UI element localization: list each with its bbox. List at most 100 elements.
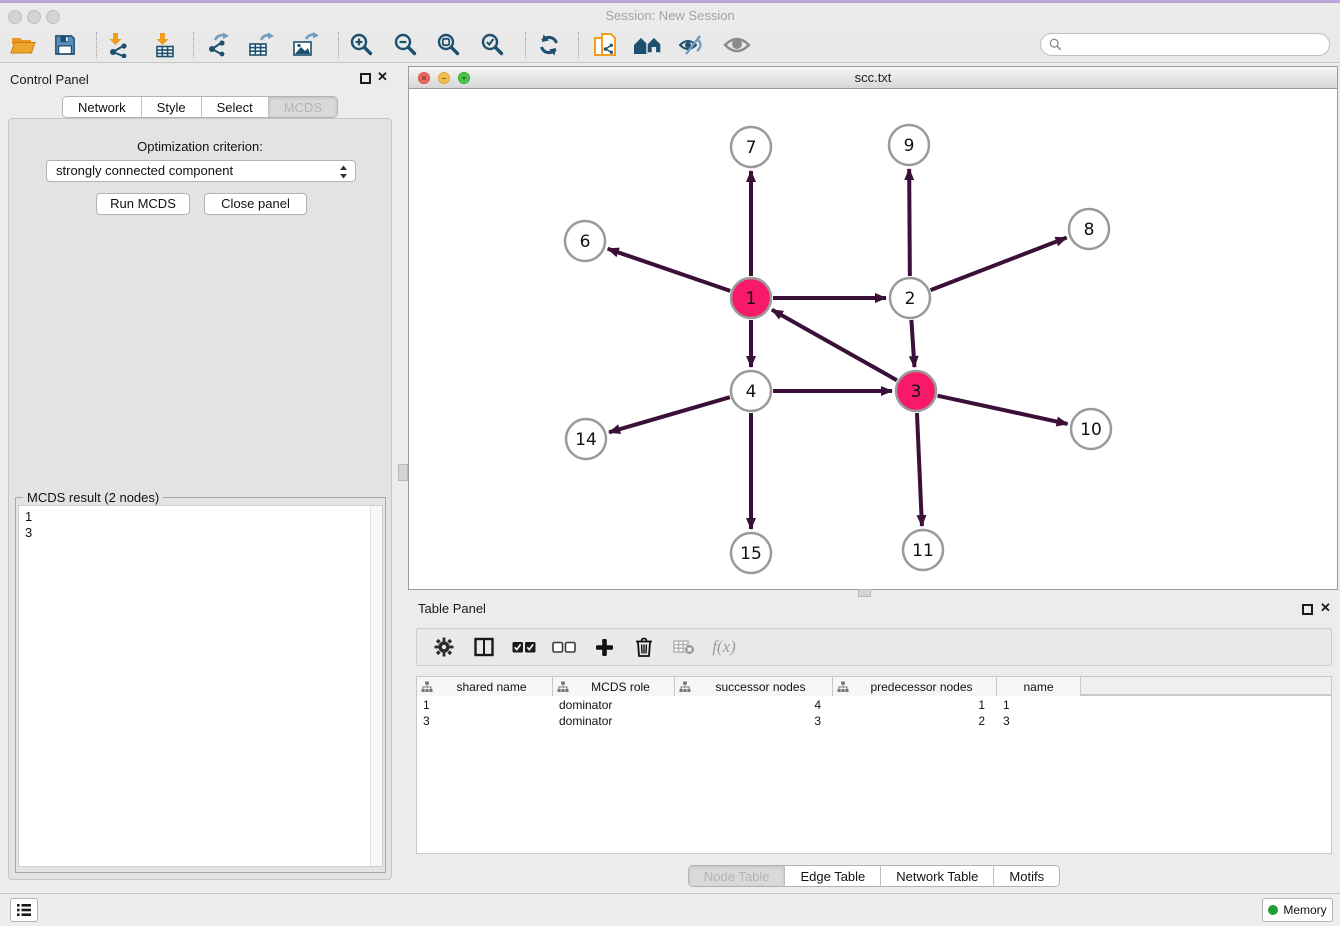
optimization-criterion-select[interactable]: strongly connected component [46,160,356,182]
network-canvas[interactable]: 1 2 3 4 6 7 8 9 10 11 14 15 [409,89,1337,589]
table-row[interactable]: 3dominator323 [417,714,1331,730]
float-panel-icon[interactable] [360,73,371,84]
graph-edge-3-11[interactable] [917,413,922,526]
refresh-view-button[interactable] [530,31,568,59]
close-panel-icon[interactable]: ✕ [377,70,388,84]
graph-node-6[interactable]: 6 [565,221,605,261]
search-input[interactable] [1062,37,1329,52]
graph-edge-1-6[interactable] [608,249,730,291]
hide-details-button[interactable] [673,31,711,59]
import-table-icon [152,32,178,58]
search-field[interactable] [1040,33,1330,56]
table-cell[interactable]: 1 [417,698,553,714]
graph-edge-4-14[interactable] [609,397,730,432]
open-session-button[interactable] [4,31,42,59]
gear-icon [434,637,454,657]
graph-node-10[interactable]: 10 [1071,409,1111,449]
tab-edge-table[interactable]: Edge Table [784,866,880,886]
tab-style[interactable]: Style [141,97,201,117]
column-header-empty [1081,677,1331,694]
select-all-button[interactable] [511,634,537,660]
table-cell[interactable]: 3 [997,714,1081,730]
tab-node-table[interactable]: Node Table [689,866,785,886]
graph-node-11[interactable]: 11 [903,530,943,570]
tab-motifs[interactable]: Motifs [993,866,1059,886]
zoom-selected-button[interactable] [474,31,512,59]
column-settings-button[interactable] [431,634,457,660]
save-session-button[interactable] [46,31,84,59]
column-header-shared-name[interactable]: shared name [417,677,553,696]
result-scrollbar[interactable] [370,506,382,866]
close-panel-button[interactable]: Close panel [204,193,307,215]
show-all-networks-button[interactable] [629,31,667,59]
graph-node-8[interactable]: 8 [1069,209,1109,249]
graph-edge-3-10[interactable] [937,396,1067,424]
graph-node-9[interactable]: 9 [889,125,929,165]
table-cell[interactable]: 2 [833,714,997,730]
zoom-fit-button[interactable] [430,31,468,59]
graph-node-7[interactable]: 7 [731,127,771,167]
tree-column-icon [421,681,433,693]
zoom-in-button[interactable] [343,31,381,59]
show-columns-button[interactable] [471,634,497,660]
run-mcds-button[interactable]: Run MCDS [96,193,190,215]
table-cell[interactable]: 3 [417,714,553,730]
tab-mcds[interactable]: MCDS [268,97,337,117]
graph-node-1[interactable]: 1 [731,278,771,318]
table-row[interactable]: 1dominator411 [417,698,1331,714]
tree-column-icon [837,681,849,693]
export-network-button[interactable] [199,31,237,59]
import-table-button[interactable] [146,31,184,59]
mcds-result-textarea[interactable]: 1 3 [18,505,383,867]
column-header-successor-nodes[interactable]: successor nodes [675,677,833,696]
close-table-panel-icon[interactable]: ✕ [1320,601,1331,615]
network-window-titlebar[interactable]: × – + scc.txt [409,67,1337,89]
graph-edge-2-9[interactable] [909,169,910,276]
node-table: shared nameMCDS rolesuccessor nodesprede… [416,676,1332,854]
clone-network-button[interactable] [586,31,624,59]
deselect-all-button[interactable] [551,634,577,660]
graph-node-2[interactable]: 2 [890,278,930,318]
export-image-icon [291,32,319,58]
graph-node-3[interactable]: 3 [896,371,936,411]
export-image-button[interactable] [286,31,324,59]
horizontal-splitter-handle[interactable] [858,589,871,597]
svg-text:7: 7 [746,138,757,158]
export-table-button[interactable] [242,31,280,59]
tab-select[interactable]: Select [201,97,268,117]
tab-network-table[interactable]: Network Table [880,866,993,886]
float-table-panel-icon[interactable] [1302,604,1313,615]
graph-node-4[interactable]: 4 [731,371,771,411]
table-cell[interactable]: 4 [675,698,833,714]
task-history-button[interactable] [10,898,38,922]
column-header-name[interactable]: name [997,677,1081,696]
add-row-button[interactable] [591,634,617,660]
network-graph: 1 2 3 4 6 7 8 9 10 11 14 15 [409,89,1337,590]
memory-button[interactable]: Memory [1262,898,1333,922]
delete-row-button[interactable] [631,634,657,660]
zoom-out-button[interactable] [387,31,425,59]
column-header-predecessor-nodes[interactable]: predecessor nodes [833,677,997,696]
column-header-MCDS-role[interactable]: MCDS role [553,677,675,696]
toolbar-separator [338,32,339,58]
vertical-splitter-handle[interactable] [398,464,408,481]
search-icon [1049,38,1062,51]
eye-slash-icon [678,34,706,56]
graph-edge-2-3[interactable] [911,320,914,367]
delete-table-button [671,634,697,660]
table-cell[interactable]: 3 [675,714,833,730]
graph-edge-2-8[interactable] [931,238,1067,290]
graph-edge-3-1[interactable] [772,310,897,380]
table-cell[interactable]: 1 [997,698,1081,714]
status-bar: Memory [0,893,1340,926]
table-cell[interactable]: dominator [553,714,675,730]
import-network-button[interactable] [99,31,137,59]
show-details-button[interactable] [718,31,756,59]
table-cell[interactable]: 1 [833,698,997,714]
graph-node-15[interactable]: 15 [731,533,771,573]
tab-network[interactable]: Network [63,97,141,117]
zoom-selected-icon [480,32,506,58]
table-cell[interactable]: dominator [553,698,675,714]
graph-node-14[interactable]: 14 [566,419,606,459]
refresh-icon [537,33,561,57]
